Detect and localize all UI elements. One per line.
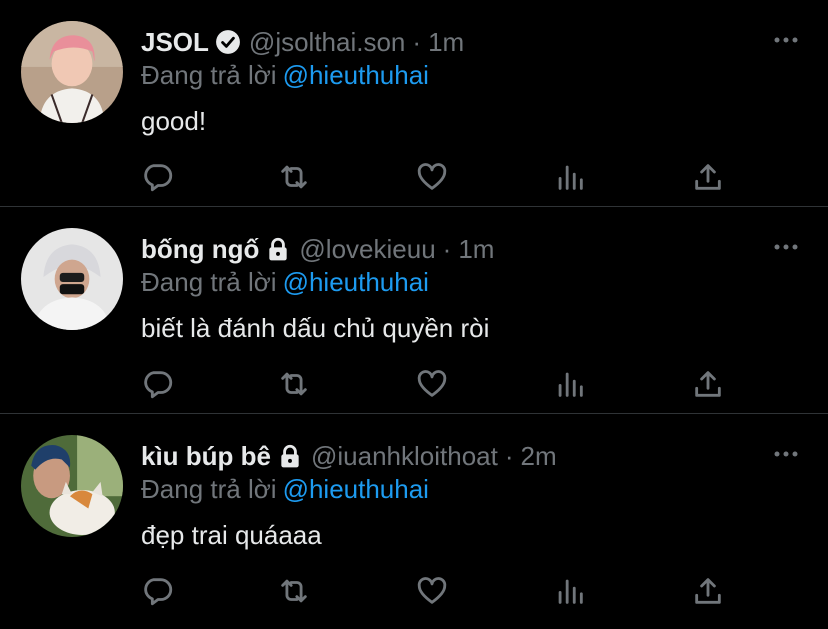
share-icon[interactable] bbox=[691, 160, 725, 194]
display-name[interactable]: kìu búp bê bbox=[141, 440, 271, 472]
action-bar bbox=[141, 574, 721, 610]
reply-context: Đang trả lời @hieuthuhai bbox=[141, 60, 429, 90]
reply-prefix: Đang trả lời bbox=[141, 474, 277, 504]
more-options-icon[interactable] bbox=[772, 26, 800, 54]
timestamp[interactable]: 1m bbox=[428, 26, 464, 58]
reply-prefix: Đang trả lời bbox=[141, 60, 277, 90]
reply-icon[interactable] bbox=[141, 160, 175, 194]
tweet-text: biết là đánh dấu chủ quyền ròi bbox=[141, 313, 490, 343]
retweet-icon[interactable] bbox=[277, 574, 311, 608]
reply-context: Đang trả lời @hieuthuhai bbox=[141, 474, 429, 504]
lock-icon bbox=[277, 443, 303, 469]
mention-link[interactable]: @hieuthuhai bbox=[283, 60, 429, 90]
mention-link[interactable]: @hieuthuhai bbox=[283, 267, 429, 297]
like-icon[interactable] bbox=[415, 160, 449, 194]
retweet-icon[interactable] bbox=[277, 160, 311, 194]
separator-dot: · bbox=[504, 441, 514, 471]
reply-icon[interactable] bbox=[141, 574, 175, 608]
share-icon[interactable] bbox=[691, 367, 725, 401]
reply-icon[interactable] bbox=[141, 367, 175, 401]
like-icon[interactable] bbox=[415, 367, 449, 401]
mention-link[interactable]: @hieuthuhai bbox=[283, 474, 429, 504]
tweet-text: đẹp trai quáaaa bbox=[141, 520, 322, 550]
tweet-text: good! bbox=[141, 106, 207, 136]
stats-icon[interactable] bbox=[553, 160, 587, 194]
user-handle[interactable]: @lovekieuu bbox=[299, 233, 435, 265]
user-handle[interactable]: @jsolthai.son bbox=[249, 26, 405, 58]
reply-prefix: Đang trả lời bbox=[141, 267, 277, 297]
more-options-icon[interactable] bbox=[772, 440, 800, 468]
share-icon[interactable] bbox=[691, 574, 725, 608]
lock-icon bbox=[265, 236, 291, 262]
timestamp[interactable]: 1m bbox=[458, 233, 494, 265]
retweet-icon[interactable] bbox=[277, 367, 311, 401]
more-options-icon[interactable] bbox=[772, 233, 800, 261]
tweet[interactable]: bống ngố @lovekieuu · 1m Đang trả lời @hi… bbox=[0, 207, 828, 414]
avatar[interactable] bbox=[21, 21, 123, 123]
user-handle[interactable]: @iuanhkloithoat bbox=[311, 440, 498, 472]
separator-dot: · bbox=[412, 27, 422, 57]
display-name[interactable]: JSOL bbox=[141, 26, 209, 58]
reply-context: Đang trả lời @hieuthuhai bbox=[141, 267, 429, 297]
avatar[interactable] bbox=[21, 435, 123, 537]
stats-icon[interactable] bbox=[553, 367, 587, 401]
tweet[interactable]: JSOL @jsolthai.son · 1m Đang trả lời @hie… bbox=[0, 0, 828, 207]
stats-icon[interactable] bbox=[553, 574, 587, 608]
action-bar bbox=[141, 367, 721, 403]
display-name[interactable]: bống ngố bbox=[141, 233, 259, 265]
timestamp[interactable]: 2m bbox=[521, 440, 557, 472]
avatar[interactable] bbox=[21, 228, 123, 330]
like-icon[interactable] bbox=[415, 574, 449, 608]
tweet[interactable]: kìu búp bê @iuanhkloithoat · 2m Đang trả… bbox=[0, 414, 828, 627]
separator-dot: · bbox=[442, 234, 452, 264]
action-bar bbox=[141, 160, 721, 196]
verified-icon bbox=[215, 29, 241, 55]
